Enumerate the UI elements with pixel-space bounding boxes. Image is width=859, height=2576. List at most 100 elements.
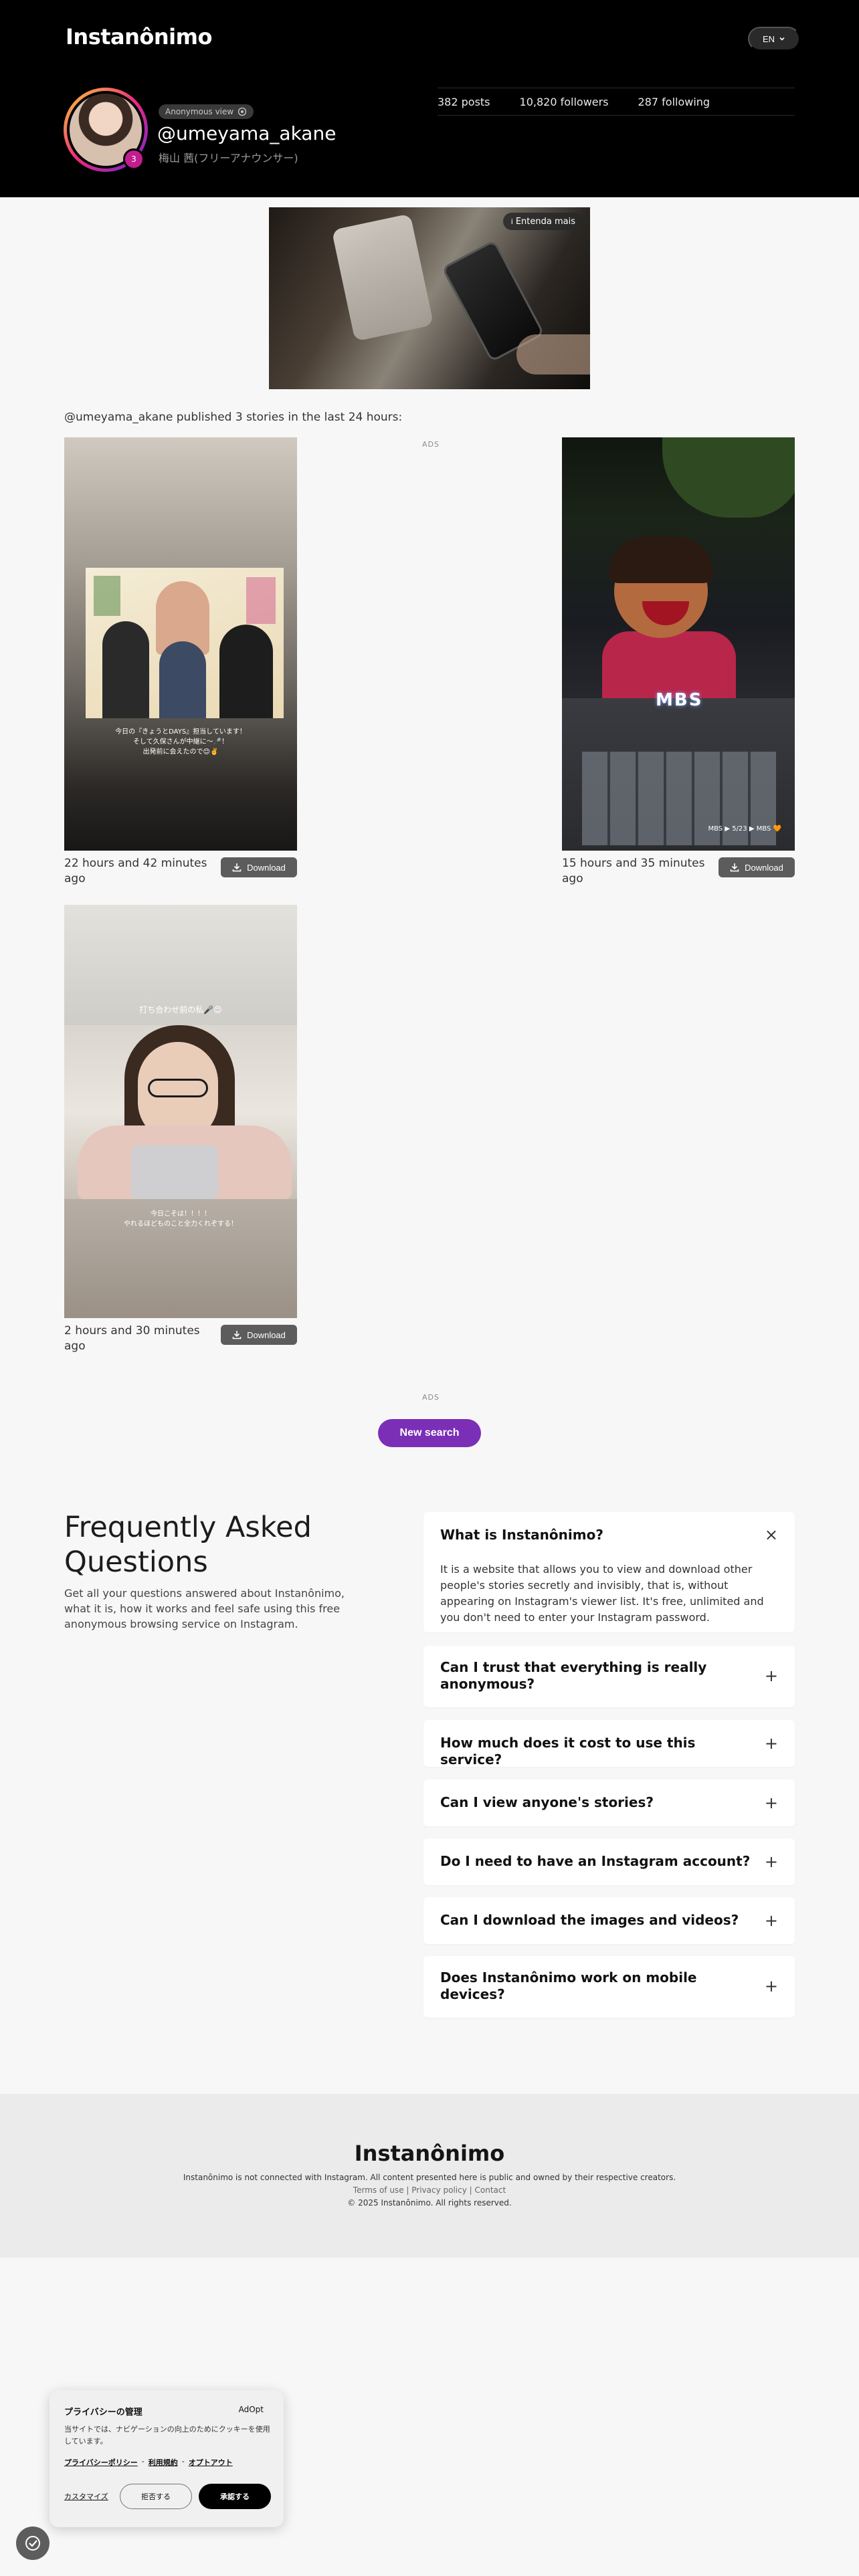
story-building-sign: MBS xyxy=(656,690,703,710)
published-summary: @umeyama_akane published 3 stories in th… xyxy=(64,411,403,424)
following-count: 287 following xyxy=(638,95,710,108)
download-label: Download xyxy=(247,1329,286,1340)
faq-title: Frequently Asked Questions xyxy=(64,1511,312,1579)
story-meta: 22 hours and 42 minutes ago Download xyxy=(64,856,297,896)
story-caption: MBS ▶ 5/23 ▶ MBS 🧡 xyxy=(708,825,781,833)
download-label: Download xyxy=(247,862,286,873)
story-balloon-hair xyxy=(609,536,713,583)
profile-header: Instanônimo EN 3 Anonymous view @umeyama… xyxy=(0,0,859,197)
download-button[interactable]: Download xyxy=(719,857,795,877)
cookie-links: プライバシーポリシー - 利用規約 - オプトアウト xyxy=(64,2457,233,2468)
profile-username: @umeyama_akane xyxy=(157,122,337,144)
cookie-customize-link[interactable]: カスタマイズ xyxy=(64,2491,108,2502)
cookie-title: プライバシーの管理 xyxy=(64,2407,142,2418)
cookie-terms-link[interactable]: 利用規約 xyxy=(149,2457,178,2468)
cookie-link-separator: - xyxy=(141,2457,145,2466)
plus-icon[interactable]: + xyxy=(765,1668,778,1684)
plus-icon[interactable]: + xyxy=(765,1978,778,1994)
download-button[interactable]: Download xyxy=(221,1325,297,1345)
story-meta: 15 hours and 35 minutes ago Download xyxy=(562,856,795,896)
story-person-glasses xyxy=(148,1079,208,1097)
story-tree xyxy=(662,437,795,518)
faq-answer: It is a website that allows you to view … xyxy=(440,1563,764,1624)
close-icon[interactable]: × xyxy=(765,1527,778,1543)
plus-icon[interactable]: + xyxy=(765,1854,778,1870)
plus-icon[interactable]: + xyxy=(765,1735,778,1751)
faq-item-account[interactable]: Do I need to have an Instagram account? … xyxy=(423,1838,795,1885)
faq-item-cost[interactable]: How much does it cost to use this servic… xyxy=(423,1720,795,1767)
faq-question: How much does it cost to use this servic… xyxy=(440,1735,696,1767)
story-count-badge: 3 xyxy=(123,148,145,170)
story-caption-bottom: 今日こそは！！！！ やれるほどものこと全力くれぞする！ xyxy=(124,1210,237,1228)
privacy-link[interactable]: Privacy policy xyxy=(411,2185,467,2195)
story-card: 今日の『きょうとDAYS』担当しています！ そして久保さんが中継に〜🎤！ 出発前… xyxy=(64,437,297,896)
plus-icon[interactable]: + xyxy=(765,1795,778,1811)
cookie-provider[interactable]: AdOpt xyxy=(239,2405,264,2414)
info-icon: ⅰ xyxy=(510,217,513,226)
ads-label: ADS xyxy=(422,440,440,449)
faq-item-trust[interactable]: Can I trust that everything is really an… xyxy=(423,1646,795,1707)
download-icon xyxy=(730,863,739,872)
faq-question: What is Instanônimo? xyxy=(440,1527,603,1543)
ad-image-hand xyxy=(331,213,434,342)
ad-learn-more-label: Entenda mais xyxy=(515,216,575,227)
poster-person xyxy=(102,621,149,718)
footer-disclaimer: Instanônimo is not connected with Instag… xyxy=(183,2173,676,2182)
faq-question: Can I download the images and videos? xyxy=(440,1912,739,1928)
story-thumbnail[interactable]: 打ち合わせ前の私🎤😊 今日こそは！！！！ やれるほどものこと全力くれぞする！ xyxy=(64,905,297,1318)
cookie-optout-link[interactable]: オプトアウト xyxy=(189,2457,233,2468)
poster-person xyxy=(159,641,206,718)
faq-question: Do I need to have an Instagram account? xyxy=(440,1853,751,1869)
ads-label: ADS xyxy=(422,1393,440,1402)
brand-logo[interactable]: Instanônimo xyxy=(66,24,212,49)
story-photo-poster xyxy=(86,568,284,718)
footer-brand-logo[interactable]: Instanônimo xyxy=(0,2141,859,2166)
footer-copyright: © 2025 Instanônimo. All rights reserved. xyxy=(347,2198,512,2208)
story-time: 15 hours and 35 minutes ago xyxy=(562,857,705,885)
new-search-button[interactable]: New search xyxy=(378,1419,481,1447)
footer: Instanônimo Instanônimo is not connected… xyxy=(0,2094,859,2258)
ad-image-arm xyxy=(516,334,590,374)
cookie-check-icon xyxy=(25,2536,40,2551)
faq-item-download[interactable]: Can I download the images and videos? + xyxy=(423,1897,795,1944)
cookie-accept-button[interactable]: 承認する xyxy=(199,2484,271,2509)
terms-link[interactable]: Terms of use xyxy=(353,2185,404,2195)
poster-text-block xyxy=(246,577,276,624)
plus-icon[interactable]: + xyxy=(765,1913,778,1929)
story-caption: 今日の『きょうとDAYS』担当しています！ そして久保さんが中継に〜🎤！ 出発前… xyxy=(115,728,246,756)
faq-item-mobile[interactable]: Does Instanônimo work on mobile devices?… xyxy=(423,1956,795,2018)
story-laptop xyxy=(131,1146,218,1199)
ad-learn-more-button[interactable]: ⅰ Entenda mais xyxy=(502,213,583,230)
faq-item-view-anyone[interactable]: Can I view anyone's stories? + xyxy=(423,1780,795,1826)
profile-stats: 382 posts 10,820 followers 287 following xyxy=(438,88,795,116)
download-button[interactable]: Download xyxy=(221,857,297,877)
cookie-privacy-link[interactable]: プライバシーポリシー xyxy=(64,2457,138,2468)
eye-off-icon xyxy=(238,107,247,116)
story-time: 22 hours and 42 minutes ago xyxy=(64,857,207,885)
followers-count: 10,820 followers xyxy=(519,95,609,108)
download-icon xyxy=(232,1331,242,1339)
faq-question: Can I trust that everything is really an… xyxy=(440,1659,707,1692)
faq-item-what-is[interactable]: What is Instanônimo? × It is a website t… xyxy=(423,1512,795,1632)
download-label: Download xyxy=(745,862,783,873)
cookie-reject-button[interactable]: 拒否する xyxy=(120,2484,192,2509)
story-time: 2 hours and 30 minutes ago xyxy=(64,1324,200,1353)
cookie-consent-banner: プライバシーの管理 AdOpt 当サイトでは、ナビゲーションの向上のためにクッキ… xyxy=(50,2390,284,2527)
story-caption-top: 打ち合わせ前の私🎤😊 xyxy=(139,1005,222,1014)
poster-text-block xyxy=(94,576,120,616)
language-label: EN xyxy=(762,33,775,44)
faq-question: Can I view anyone's stories? xyxy=(440,1794,654,1810)
faq-question: Does Instanônimo work on mobile devices? xyxy=(440,1969,697,2002)
story-thumbnail[interactable]: 今日の『きょうとDAYS』担当しています！ そして久保さんが中継に〜🎤！ 出発前… xyxy=(64,437,297,851)
poster-person xyxy=(219,625,273,718)
anonymous-view-label: Anonymous view xyxy=(165,107,234,116)
language-selector[interactable]: EN xyxy=(748,27,800,51)
ad-banner[interactable]: ⅰ Entenda mais xyxy=(269,207,590,389)
story-card: MBS MBS ▶ 5/23 ▶ MBS 🧡 15 hours and 35 m… xyxy=(562,437,795,896)
cookie-link-separator: - xyxy=(181,2457,185,2466)
contact-link[interactable]: Contact xyxy=(475,2185,506,2195)
cookie-text: 当サイトでは、ナビゲーションの向上のためにクッキーを使用しています。 xyxy=(64,2425,270,2446)
story-thumbnail[interactable]: MBS MBS ▶ 5/23 ▶ MBS 🧡 xyxy=(562,437,795,851)
profile-realname: 梅山 茜(フリーアナウンサー) xyxy=(159,152,298,165)
cookie-settings-button[interactable] xyxy=(16,2527,50,2560)
